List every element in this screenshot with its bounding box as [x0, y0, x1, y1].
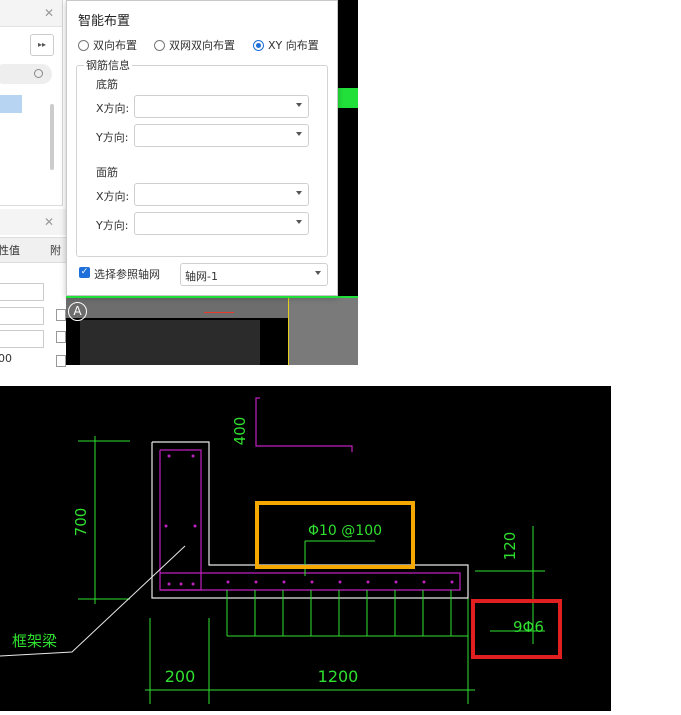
top-rebar-heading: 面筋: [96, 166, 118, 179]
expand-icon: ▸▸: [37, 40, 47, 49]
beam-label: 框架梁: [12, 632, 57, 650]
expand-button[interactable]: ▸▸: [30, 34, 54, 56]
dropdown-arrow-icon: [296, 103, 302, 107]
canvas-grey-strip: [66, 296, 288, 318]
canvas-green-band: [336, 88, 358, 108]
dim-700: 700: [72, 508, 90, 537]
bottom-y-select[interactable]: [134, 124, 309, 147]
y-direction-label: Y方向:: [96, 131, 129, 144]
x-direction-label: X方向:: [96, 190, 130, 203]
search-input[interactable]: [0, 64, 52, 84]
value-cell[interactable]: [0, 283, 44, 301]
dialog-title: 智能布置: [78, 14, 131, 29]
x-direction-label: X方向:: [96, 102, 130, 115]
dropdown-arrow-icon: [296, 220, 302, 224]
bottom-x-select[interactable]: [134, 95, 309, 118]
dim-120: 120: [501, 532, 519, 561]
left-panel-top: ✕ ▸▸: [0, 0, 63, 206]
row-value: 00: [0, 352, 12, 365]
radio-xy[interactable]: XY 向布置: [253, 37, 319, 53]
reference-grid-checkbox[interactable]: ✓: [79, 267, 90, 278]
dropdown-arrow-icon: [315, 271, 321, 275]
property-panel: ✕ 性值 附 00: [0, 209, 67, 367]
canvas-dark-shape: [80, 320, 260, 365]
radio-circle: [78, 40, 89, 51]
beam-stirrup: [159, 449, 202, 591]
canvas-red-mark: [204, 312, 234, 313]
bottom-rebar-heading: 底筋: [96, 78, 118, 91]
checkbox[interactable]: [56, 331, 66, 343]
radio-double-net[interactable]: 双网双向布置: [154, 37, 235, 53]
selected-list-item[interactable]: [0, 95, 22, 113]
reference-grid-label: 选择参照轴网: [94, 268, 160, 281]
close-icon[interactable]: ✕: [44, 6, 54, 20]
column-header-attach: 附: [50, 244, 61, 257]
y-direction-label: Y方向:: [96, 219, 129, 232]
dropdown-arrow-icon: [296, 191, 302, 195]
dim-200: 200: [165, 667, 196, 686]
radio-circle: [154, 40, 165, 51]
dialog-green-border: [66, 296, 338, 298]
canvas-yellow-line: [288, 296, 289, 365]
slab-rebar: [160, 572, 461, 591]
top-bar-bracket: [255, 397, 353, 452]
cad-drawing-svg: 700 400 120 200 1200 框架梁 Φ10 @100 9Φ6: [0, 397, 562, 704]
column-header-value: 性值: [0, 244, 20, 257]
dim-400: 400: [231, 417, 249, 446]
canvas-grey-block: [288, 296, 358, 365]
axis-marker: A: [68, 302, 87, 321]
top-x-select[interactable]: [134, 183, 309, 206]
search-icon: [34, 69, 43, 78]
panel-header: [0, 209, 66, 235]
grid-select-value: 轴网-1: [185, 270, 218, 283]
group-title: 钢筋信息: [84, 57, 132, 73]
smart-layout-dialog: 智能布置 双向布置 双网双向布置 XY 向布置 钢筋信息 底筋 X方向: Y方向…: [66, 0, 338, 296]
checkbox[interactable]: [56, 355, 66, 367]
top-y-select[interactable]: [134, 212, 309, 235]
rebar-top-label: Φ10 @100: [308, 523, 382, 539]
radio-bidirectional[interactable]: 双向布置: [78, 37, 137, 53]
cad-drawing: 700 400 120 200 1200 框架梁 Φ10 @100 9Φ6: [0, 386, 611, 711]
dropdown-arrow-icon: [296, 132, 302, 136]
radio-circle-selected: [253, 40, 264, 51]
checkbox[interactable]: [56, 309, 66, 321]
rebar-bottom-label: 9Φ6: [513, 618, 544, 636]
value-cell[interactable]: [0, 330, 44, 348]
value-cell[interactable]: [0, 307, 44, 325]
grid-select[interactable]: 轴网-1: [180, 263, 328, 286]
section-outline: [151, 441, 469, 599]
axis-marker-label: A: [73, 304, 82, 318]
scrollbar[interactable]: [50, 104, 54, 170]
close-icon[interactable]: ✕: [44, 215, 54, 229]
dim-1200: 1200: [318, 667, 359, 686]
checkmark-icon: ✓: [80, 267, 89, 277]
